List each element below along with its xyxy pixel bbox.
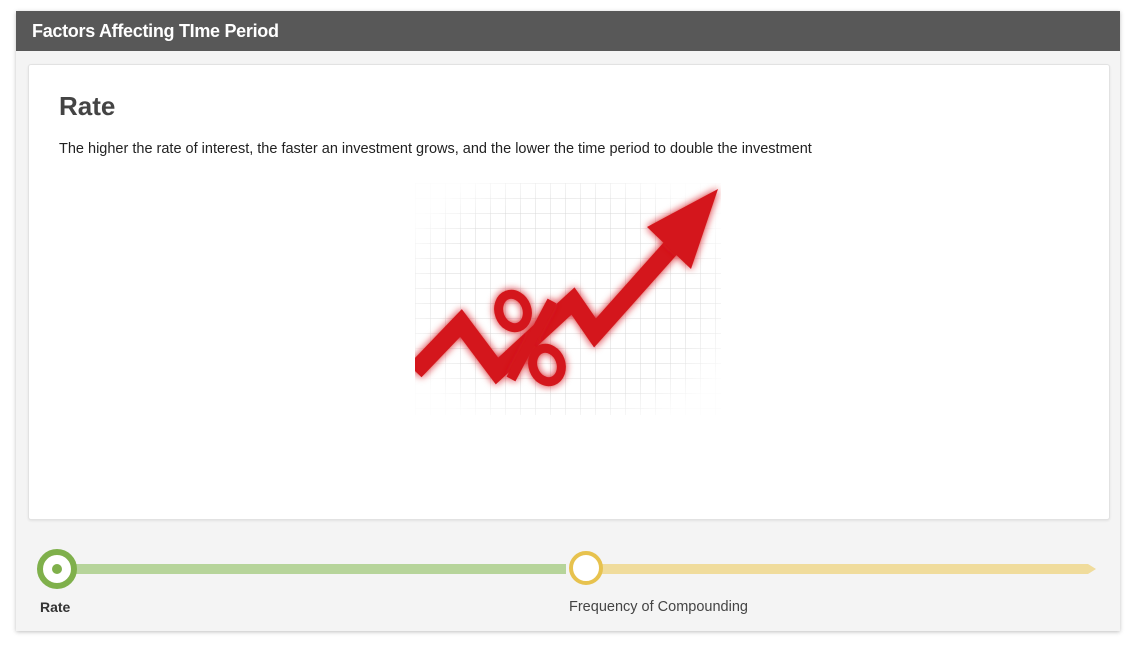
- timeline-step-rate-label[interactable]: Rate: [40, 599, 70, 615]
- step-timeline: Rate Frequency of Compounding: [16, 531, 1120, 631]
- timeline-step-rate[interactable]: [37, 549, 77, 589]
- app-frame: Factors Affecting TIme Period Rate The h…: [16, 11, 1120, 631]
- slide-heading: Rate: [59, 91, 116, 121]
- timeline-arrow-icon: [1088, 564, 1096, 574]
- percent-growth-image: [408, 183, 721, 415]
- active-dot-icon: [52, 564, 62, 574]
- timeline-track-upcoming: [602, 564, 1088, 574]
- timeline-step-frequency-label[interactable]: Frequency of Compounding: [569, 599, 748, 615]
- slide-description: The higher the rate of interest, the fas…: [59, 141, 812, 157]
- window-title: Factors Affecting TIme Period: [16, 11, 1120, 51]
- timeline-track-completed: [76, 564, 566, 574]
- timeline-step-frequency[interactable]: [569, 551, 603, 585]
- percent-arrow-up-icon: [408, 183, 721, 415]
- content-card: Rate The higher the rate of interest, th…: [28, 64, 1110, 520]
